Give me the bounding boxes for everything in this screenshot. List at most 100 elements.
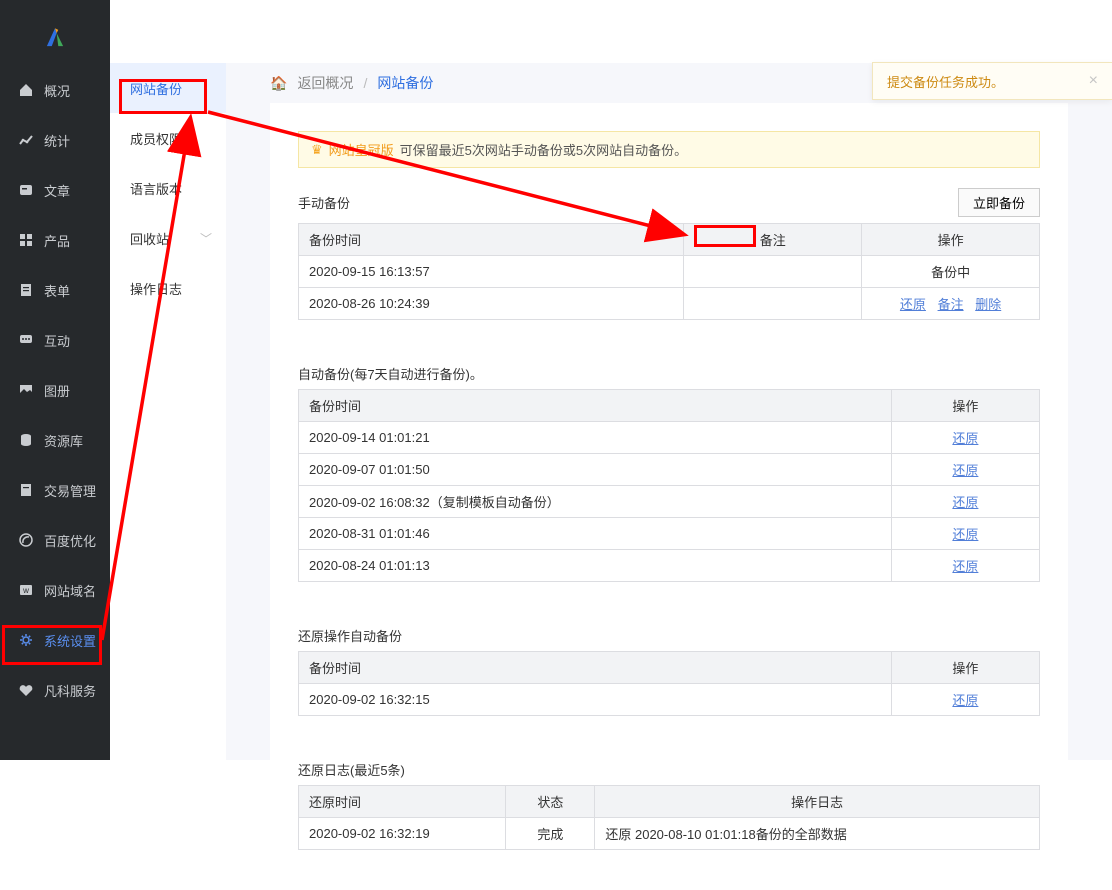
cell-time: 2020-08-24 01:01:13 xyxy=(299,550,892,582)
restore-auto-header: 还原操作自动备份 xyxy=(298,626,1040,645)
sidebar-label: 资源库 xyxy=(44,431,83,450)
link-restore[interactable]: 还原 xyxy=(952,559,978,574)
col-ops: 操作 xyxy=(891,652,1039,684)
cell-remark xyxy=(684,256,862,288)
sidebar-item-product[interactable]: 产品 xyxy=(0,215,110,265)
cell-log: 还原 2020-08-10 01:01:18备份的全部数据 xyxy=(595,818,1040,850)
link-delete[interactable]: 删除 xyxy=(975,297,1001,312)
subnav-item-language[interactable]: 语言版本 xyxy=(110,163,226,213)
col-ops: 操作 xyxy=(862,224,1040,256)
sidebar-item-baidu[interactable]: 百度优化 xyxy=(0,515,110,565)
link-restore[interactable]: 还原 xyxy=(952,431,978,446)
cell-time: 2020-09-02 16:32:15 xyxy=(299,684,892,716)
sidebar-label: 统计 xyxy=(44,131,70,150)
sidebar-label: 百度优化 xyxy=(44,531,96,550)
link-restore[interactable]: 还原 xyxy=(952,693,978,708)
subnav-item-log[interactable]: 操作日志 xyxy=(110,263,226,313)
sidebar-item-form[interactable]: 表单 xyxy=(0,265,110,315)
col-time: 还原时间 xyxy=(299,786,506,818)
sidebar-item-article[interactable]: 文章 xyxy=(0,165,110,215)
sidebar-label: 系统设置 xyxy=(44,631,96,650)
sidebar-item-resources[interactable]: 资源库 xyxy=(0,415,110,465)
restore-log-header: 还原日志(最近5条) xyxy=(298,760,1040,779)
subnav-label: 操作日志 xyxy=(130,279,182,298)
sidebar-item-trade[interactable]: 交易管理 xyxy=(0,465,110,515)
sidebar-label: 文章 xyxy=(44,181,70,200)
link-restore[interactable]: 还原 xyxy=(952,463,978,478)
col-remark: 备注 xyxy=(684,224,862,256)
main-panel: 🏠 返回概况 / 网站备份 ♛ 网站皇冠版 可保留最近5次网站手动备份或5次网站… xyxy=(226,63,1112,760)
sidebar-item-domain[interactable]: w网站域名 xyxy=(0,565,110,615)
table-row: 2020-08-31 01:01:46还原 xyxy=(299,518,1040,550)
link-restore[interactable]: 还原 xyxy=(952,527,978,542)
baidu-icon xyxy=(18,532,34,548)
cell-ops: 备份中 xyxy=(862,256,1040,288)
app-logo xyxy=(0,10,110,65)
col-time: 备份时间 xyxy=(299,390,892,422)
notice-badge-text: 网站皇冠版 xyxy=(329,140,394,159)
table-row: 2020-09-02 16:32:15 还原 xyxy=(299,684,1040,716)
sidebar-label: 图册 xyxy=(44,381,70,400)
restore-log-table: 还原时间 状态 操作日志 2020-09-02 16:32:19 完成 还原 2… xyxy=(298,785,1040,850)
sidebar-item-gallery[interactable]: 图册 xyxy=(0,365,110,415)
manual-backup-header: 手动备份 立即备份 xyxy=(298,188,1040,217)
notice-bar: ♛ 网站皇冠版 可保留最近5次网站手动备份或5次网站自动备份。 xyxy=(298,131,1040,168)
sidebar-label: 概况 xyxy=(44,81,70,100)
cell-remark xyxy=(684,288,862,320)
sidebar-item-interact[interactable]: 互动 xyxy=(0,315,110,365)
table-row: 2020-09-02 16:08:32（复制模板自动备份） 还原 xyxy=(299,486,1040,518)
table-row: 2020-09-02 16:32:19 完成 还原 2020-08-10 01:… xyxy=(299,818,1040,850)
breadcrumb-current: 网站备份 xyxy=(377,73,433,93)
db-icon xyxy=(18,432,34,448)
sidebar-item-service[interactable]: 凡科服务 xyxy=(0,665,110,715)
article-icon xyxy=(18,182,34,198)
subnav-label: 回收站 xyxy=(130,229,169,248)
sidebar-label: 产品 xyxy=(44,231,70,250)
table-row: 2020-09-14 01:01:21还原 xyxy=(299,422,1040,454)
chat-icon xyxy=(18,332,34,348)
toast-text: 提交备份任务成功。 xyxy=(887,72,1004,91)
sidebar-item-stats[interactable]: 统计 xyxy=(0,115,110,165)
table-row: 2020-08-26 10:24:39 还原 备注 删除 xyxy=(299,288,1040,320)
content-card: ♛ 网站皇冠版 可保留最近5次网站手动备份或5次网站自动备份。 手动备份 立即备… xyxy=(270,103,1068,890)
col-time: 备份时间 xyxy=(299,224,684,256)
col-time: 备份时间 xyxy=(299,652,892,684)
cell-time: 2020-09-07 01:01:50 xyxy=(299,454,892,486)
sidebar-item-overview[interactable]: 概况 xyxy=(0,65,110,115)
subnav-item-members[interactable]: 成员权限 xyxy=(110,113,226,163)
notice-text: 可保留最近5次网站手动备份或5次网站自动备份。 xyxy=(400,140,687,159)
gear-icon xyxy=(18,632,34,648)
link-remark[interactable]: 备注 xyxy=(938,297,964,312)
col-ops: 操作 xyxy=(891,390,1039,422)
section-title: 还原日志(最近5条) xyxy=(298,760,405,779)
cell-time: 2020-09-02 16:08:32（复制模板自动备份） xyxy=(299,486,892,518)
restore-auto-table: 备份时间 操作 2020-09-02 16:32:15 还原 xyxy=(298,651,1040,716)
main-sidebar: 概况 统计 文章 产品 表单 互动 图册 资源库 交易管理 百度优化 w网站域名… xyxy=(0,0,110,760)
cell-status: 完成 xyxy=(506,818,595,850)
section-title: 手动备份 xyxy=(298,193,350,212)
chevron-down-icon: ﹀ xyxy=(200,230,212,247)
table-row: 2020-08-24 01:01:13 还原 xyxy=(299,550,1040,582)
trade-icon xyxy=(18,482,34,498)
sidebar-item-settings[interactable]: 系统设置 xyxy=(0,615,110,665)
subnav-item-recycle[interactable]: 回收站 ﹀ xyxy=(110,213,226,263)
breadcrumb-back[interactable]: 返回概况 xyxy=(297,73,353,93)
close-icon[interactable]: × xyxy=(1089,72,1098,90)
toast-success: 提交备份任务成功。 × xyxy=(872,62,1112,100)
status-backing: 备份中 xyxy=(931,265,970,280)
sub-sidebar: 网站备份 成员权限 语言版本 回收站 ﹀ 操作日志 xyxy=(110,63,226,760)
cell-time: 2020-09-02 16:32:19 xyxy=(299,818,506,850)
sidebar-label: 网站域名 xyxy=(44,581,96,600)
link-restore[interactable]: 还原 xyxy=(952,495,978,510)
home-icon xyxy=(18,82,34,98)
section-title: 还原操作自动备份 xyxy=(298,626,402,645)
top-blank xyxy=(110,0,1112,63)
subnav-item-backup[interactable]: 网站备份 xyxy=(110,63,226,113)
crown-icon: ♛ xyxy=(311,142,323,158)
stats-icon xyxy=(18,132,34,148)
link-restore[interactable]: 还原 xyxy=(900,297,926,312)
table-row: 2020-09-15 16:13:57 备份中 xyxy=(299,256,1040,288)
auto-backup-table: 备份时间 操作 2020-09-14 01:01:21还原 2020-09-07… xyxy=(298,389,1040,582)
backup-now-button[interactable]: 立即备份 xyxy=(958,188,1040,217)
sidebar-label: 交易管理 xyxy=(44,481,96,500)
